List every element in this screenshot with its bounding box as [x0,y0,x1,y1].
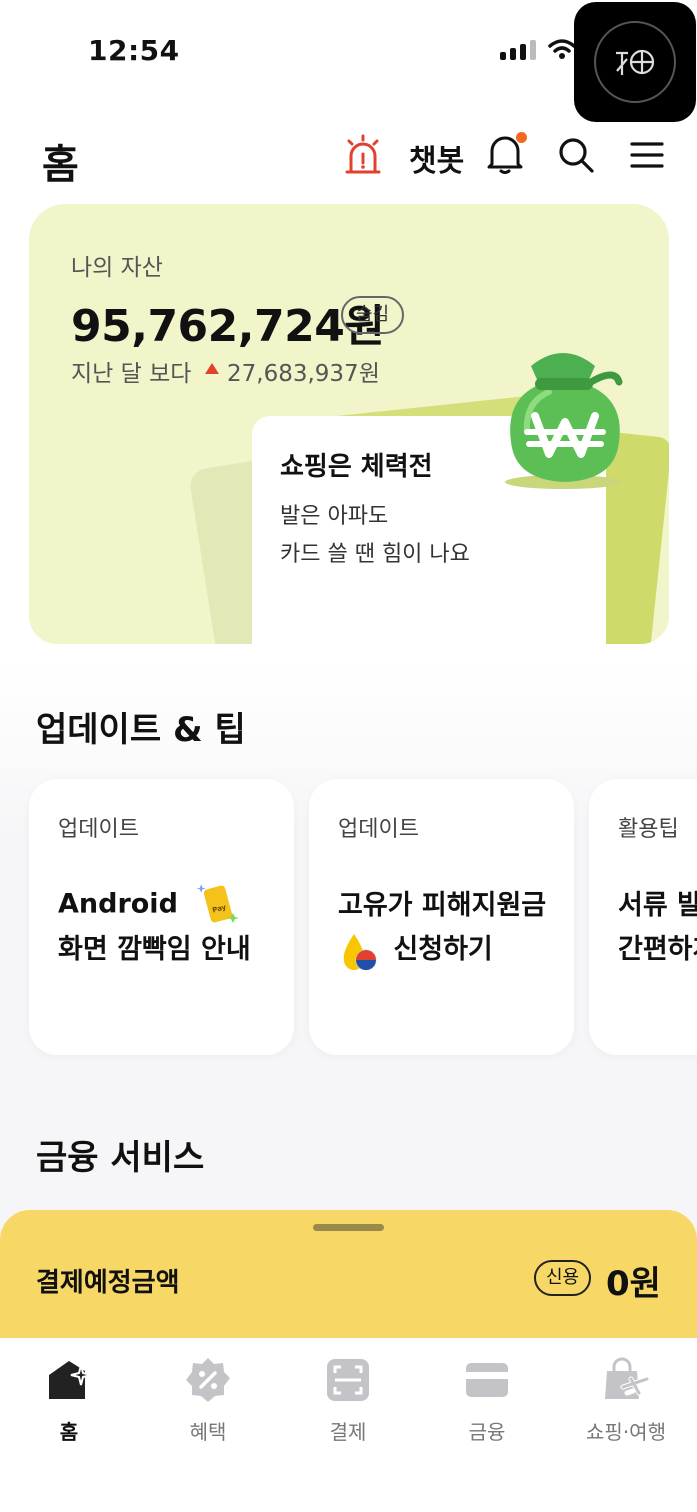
promo-text: 카드 쓸 땐 힘이 나요 [280,542,470,567]
scan-pay-icon [327,1359,369,1401]
tip-title: 고유가 피해지원금 [338,890,547,921]
tab-label: 홈 [59,1420,79,1444]
tip-subtitle: 간편하게 [618,934,697,965]
tab-finance[interactable]: 금융 [427,1354,547,1445]
credit-badge: 신용 [534,1260,592,1296]
pay-card-icon: Pay [196,884,240,923]
translate-icon [594,21,676,103]
tip-subtitle-text: 신청하기 [393,934,493,965]
tab-label: 혜택 [189,1420,227,1444]
asset-label: 나의 자산 [71,255,163,281]
compare-value: 27,683,937원 [227,361,380,387]
tab-label: 금융 [468,1420,506,1444]
tip-subtitle: 화면 깜빡임 안내 [58,934,251,965]
card-icon [466,1363,508,1397]
status-time: 12:54 [88,34,180,67]
page-title: 홈 [42,142,79,188]
bottom-tab-bar: 홈 혜택 결제 금융 쇼핑·여행 [0,1338,697,1512]
tip-category: 활용팁 [618,817,679,842]
section-title-finance: 금융 서비스 [36,1138,205,1178]
signal-icon [500,40,536,60]
payment-due-label: 결제예정금액 [36,1268,180,1298]
chatbot-button[interactable]: 챗봇 [409,136,464,180]
promo-title: 쇼핑은 체력전 [280,452,433,482]
oil-drop-flag-icon [343,933,377,970]
tip-card[interactable]: 업데이트 고유가 피해지원금 신청하기 [309,779,574,1055]
asset-amount: 95,762,724원 [71,301,385,352]
tip-card[interactable]: 업데이트 Android Pay 화면 깜빡임 안내 [29,779,294,1055]
promo-text: 발은 아파도 [280,504,389,529]
tip-title: Android Pay [58,883,240,927]
benefit-icon [186,1358,230,1402]
shopping-travel-icon [605,1357,649,1399]
increase-arrow-icon [205,363,219,374]
tips-carousel[interactable]: 업데이트 Android Pay 화면 깜빡임 안내 업데이트 고유가 피해지원… [0,760,697,1080]
money-bag-icon [505,353,623,489]
payment-due-amount: 0원 [606,1264,661,1304]
home-icon [49,1361,92,1399]
section-title-updates: 업데이트 & 팁 [36,710,246,750]
tip-category: 업데이트 [338,817,419,842]
asset-card[interactable]: 나의 자산 95,762,724원 숨김 지난 달 보다 27,683,937원… [29,204,669,644]
payment-due-sheet[interactable]: 결제예정금액 신용 0원 [0,1210,697,1350]
tab-home[interactable]: 홈 [9,1354,129,1445]
tab-payment[interactable]: 결제 [288,1354,408,1445]
menu-icon[interactable] [630,141,664,169]
wifi-icon [548,39,576,59]
tip-category: 업데이트 [58,817,139,842]
sheet-drag-handle[interactable] [313,1224,384,1231]
compare-label: 지난 달 보다 [71,361,192,387]
tab-shopping-travel[interactable]: 쇼핑·여행 [566,1354,686,1445]
search-icon[interactable] [557,136,595,174]
tip-title: 서류 발급 [618,890,697,921]
tab-label: 결제 [329,1420,367,1444]
tab-label: 쇼핑·여행 [586,1420,666,1444]
emergency-alarm-icon[interactable] [343,134,383,176]
tip-title-text: Android [58,888,178,920]
accessibility-floating-button[interactable] [574,2,696,122]
hide-amount-button[interactable]: 숨김 [341,296,405,334]
tip-subtitle: 신청하기 [338,927,493,972]
tab-benefits[interactable]: 혜택 [148,1354,268,1445]
notification-dot [516,132,527,143]
tip-card[interactable]: 활용팁 서류 발급 간편하게 [589,779,697,1055]
